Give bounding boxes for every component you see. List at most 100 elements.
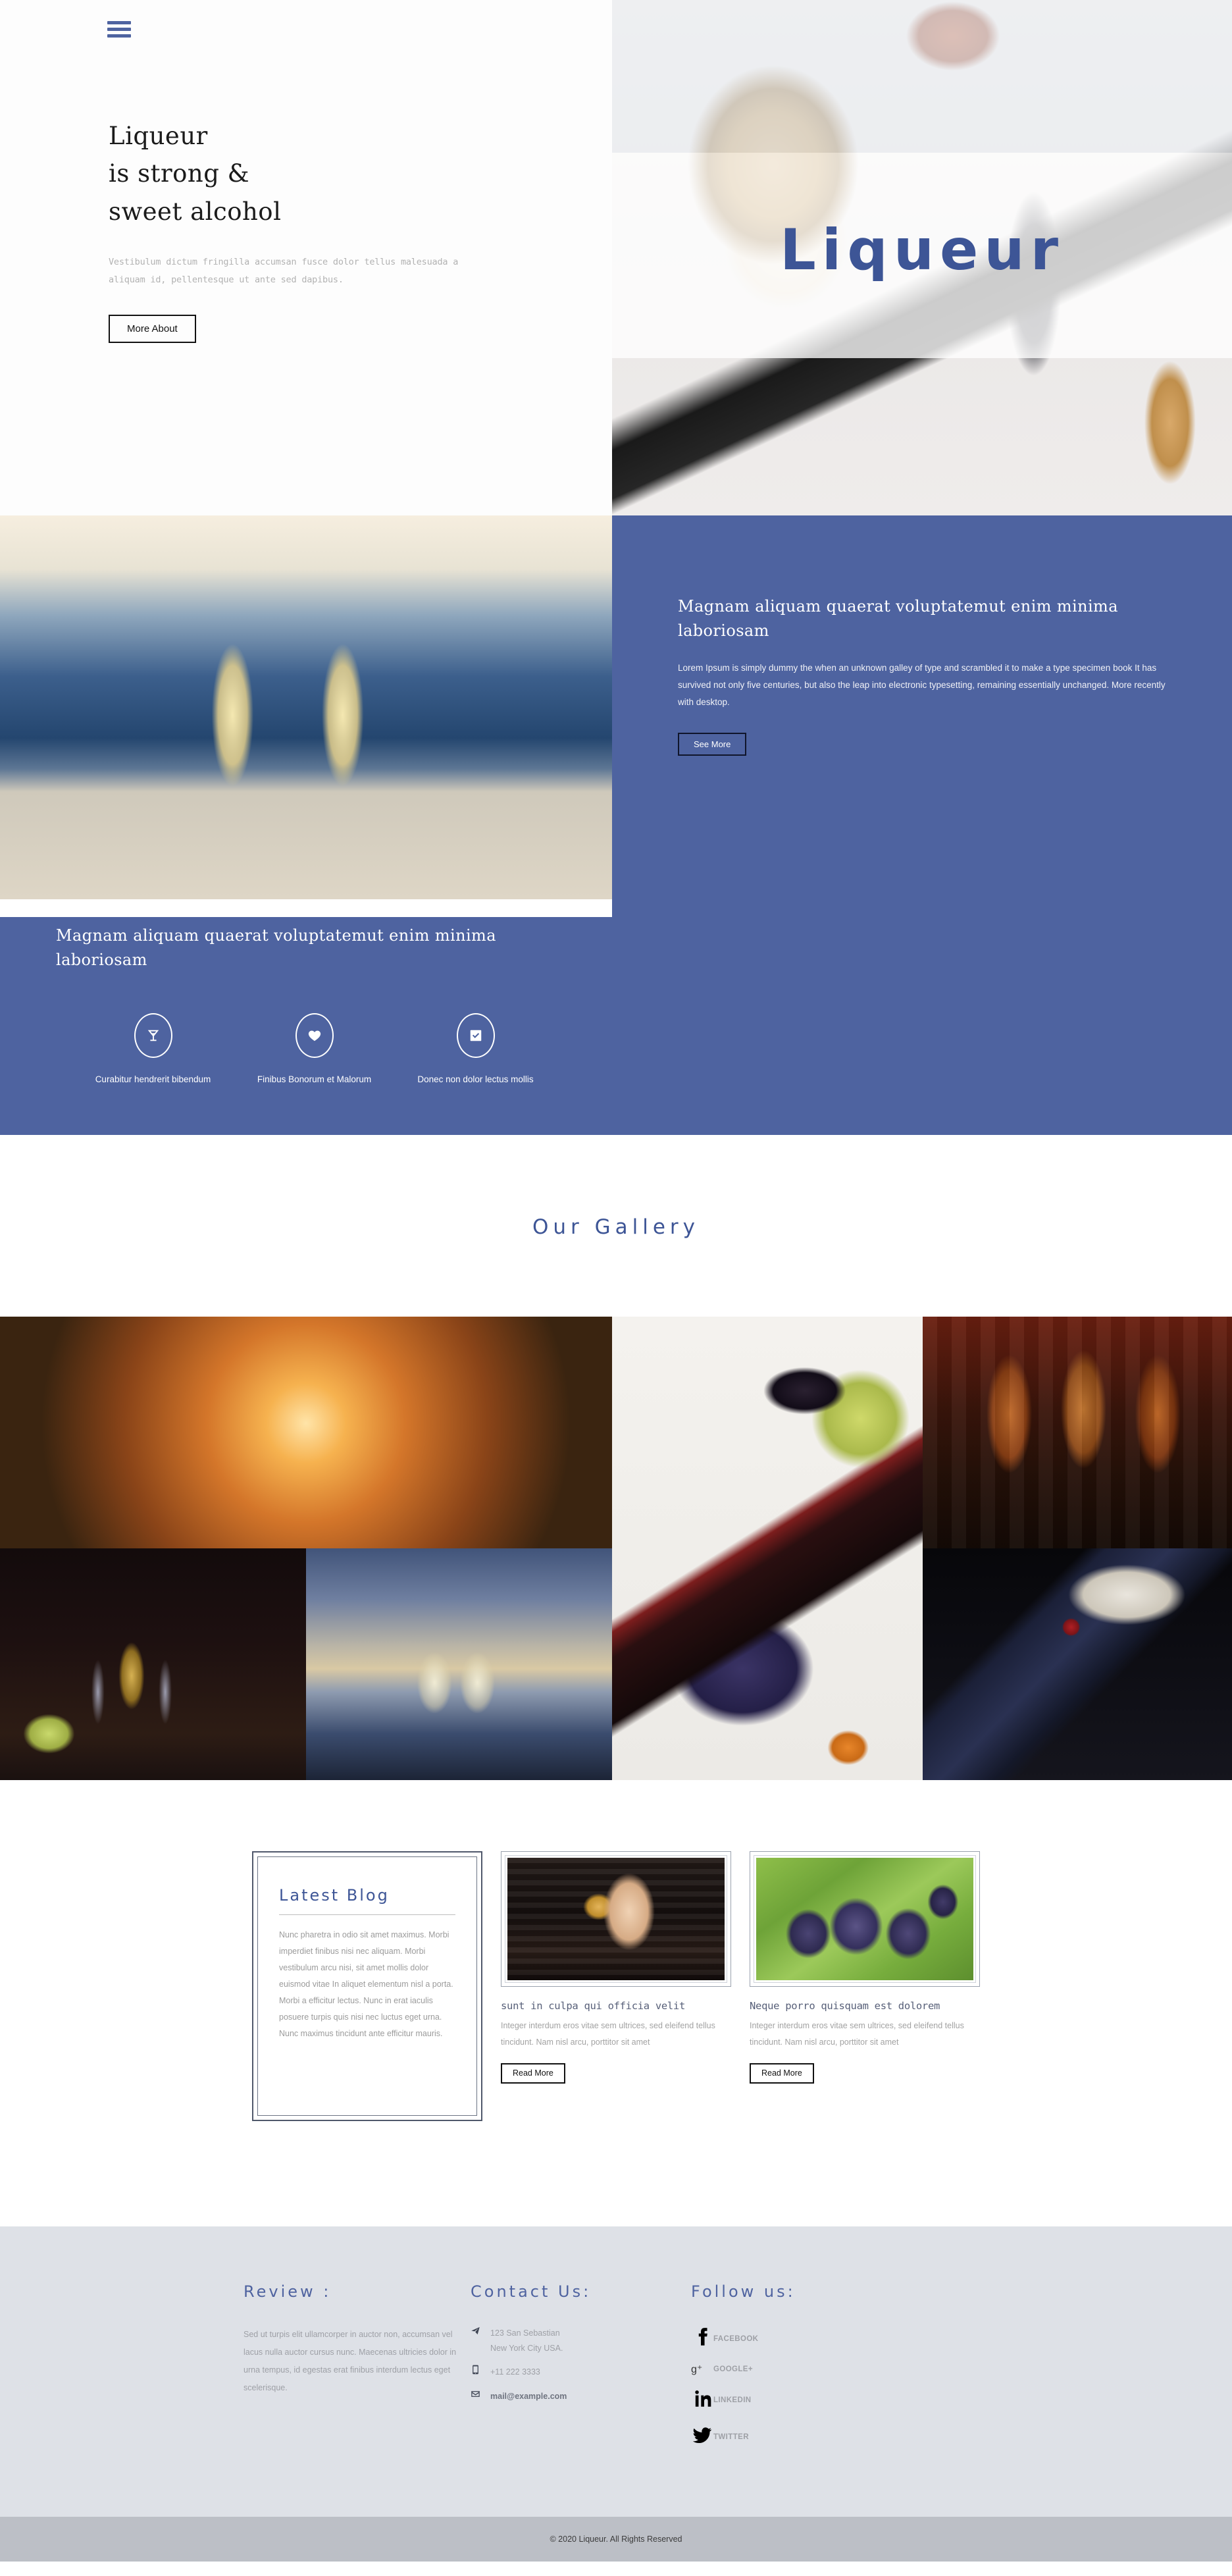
divider [279,1914,455,1916]
social-label: LINKEDIN [713,2396,752,2404]
gallery-item-beach-glasses[interactable] [306,1548,612,1781]
gallery-photo-fill [612,1317,923,1781]
social-link-google-plus[interactable]: g⁺ GOOGLE+ [691,2363,888,2376]
footer-phone[interactable]: +11 222 3333 [471,2365,691,2380]
blog-post-excerpt: Integer interdum eros vitae sem ultrices… [501,2021,715,2047]
hamburger-icon[interactable] [107,21,131,38]
mobile-phone-icon [471,2365,490,2375]
hero-left-panel: Liqueur is strong & sweet alcohol Vestib… [0,0,612,515]
paper-plane-icon [471,2326,490,2336]
latest-blog-body: Nunc pharetra in odio sit amet maximus. … [279,1930,453,2039]
blog-photo-fill [507,1858,725,1981]
feature-item-heart[interactable]: Finibus Bonorum et Malorum [234,1013,395,1088]
google-plus-icon: g⁺ [691,2363,713,2376]
footer-phone-value: +11 222 3333 [490,2367,540,2377]
blog-post-image-inner [754,1855,976,1984]
gallery-row-bottom-left [0,1548,612,1781]
gallery-photo-fill [0,1317,612,1549]
page-root: Liqueur is strong & sweet alcohol Vestib… [0,0,1232,2562]
feature-item-check[interactable]: Donec non dolor lectus mollis [395,1013,556,1088]
latest-blog-card: Latest Blog Nunc pharetra in odio sit am… [252,1851,482,2122]
linkedin-icon [691,2387,713,2413]
hero-section: Liqueur is strong & sweet alcohol Vestib… [0,0,1232,515]
gallery-item-cheers[interactable] [0,1317,612,1549]
address-line-2: New York City USA. [490,2343,563,2353]
social-link-twitter[interactable]: TWITTER [691,2424,888,2450]
blog-post-image[interactable] [507,1858,725,1981]
gallery-item-wine-table[interactable] [612,1317,923,1781]
gallery-photo-fill [306,1548,612,1781]
see-more-button[interactable]: See More [678,733,747,756]
hero-subtitle: Vestibulum dictum fringilla accumsan fus… [109,257,459,285]
gallery-title: Our Gallery [532,1215,700,1240]
more-about-button[interactable]: More About [109,315,196,343]
footer-address: 123 San Sebastian New York City USA. [471,2326,691,2355]
footer: Review : Sed ut turpis elit ullamcorper … [0,2226,1232,2517]
cocktail-glass-icon [134,1013,172,1059]
feature-label: Curabitur hendrerit bibendum [95,1074,211,1085]
hamburger-bar [107,21,131,24]
hero-overlay-band-top [612,0,1232,153]
gallery-photo-fill [923,1317,1232,1549]
blog-row: Latest Blog Nunc pharetra in odio sit am… [0,1851,1232,2122]
split-inner: Magnam aliquam quaerat voluptatemut enim… [678,594,1166,756]
gallery-item-champagne-grapes[interactable] [0,1548,306,1781]
hero-image-panel: Liqueur [612,0,1232,515]
blog-post-image-frame [501,1851,731,1987]
blog-post-card: Neque porro quisquam est dolorem Integer… [750,1851,980,2121]
blog-post-title: Neque porro quisquam est dolorem [750,2000,940,2012]
footer-review-heading: Review : [244,2282,332,2301]
latest-blog-title: Latest Blog [279,1886,390,1905]
gallery-photo-fill [923,1548,1232,1781]
hero-title-line: Liqueur [109,122,208,150]
social-label: GOOGLE+ [713,2365,753,2374]
footer-contact-column: Contact Us: 123 San Sebastian New York C… [471,2282,691,2461]
social-label: FACEBOOK [713,2334,759,2343]
gallery-item-whisky-shelf[interactable] [923,1317,1232,1549]
split-heading: Magnam aliquam quaerat voluptatemut enim… [678,597,1118,641]
hero-title-line: is strong & [109,159,250,188]
latest-blog-frame: Latest Blog Nunc pharetra in odio sit am… [252,1851,482,2122]
footer-email-value: mail@example.com [490,2391,567,2401]
read-more-button[interactable]: Read More [750,2063,814,2084]
blog-post-excerpt: Integer interdum eros vitae sem ultrices… [750,2021,964,2047]
footer-review-text: Sed ut turpis elit ullamcorper in auctor… [244,2330,457,2392]
social-link-facebook[interactable]: FACEBOOK [691,2326,888,2352]
twitter-icon [691,2424,713,2450]
split-photo-fill [0,515,612,899]
blog-photo-fill [756,1858,973,1981]
blog-post-image[interactable] [756,1858,973,1981]
features-section: Magnam aliquam quaerat voluptatemut enim… [0,917,1232,1136]
blog-post-image-frame [750,1851,980,1987]
features-header: Magnam aliquam quaerat voluptatemut enim… [0,917,1232,972]
blog-post-card: sunt in culpa qui officia velit Integer … [501,1851,731,2121]
gallery-photo-fill [0,1548,306,1781]
feature-label: Finibus Bonorum et Malorum [257,1074,372,1085]
split-paragraph: Lorem Ipsum is simply dummy the when an … [678,663,1166,707]
read-more-button[interactable]: Read More [501,2063,565,2084]
hero-overlay-title: Liqueur [779,217,1065,283]
split-content-panel: Magnam aliquam quaerat voluptatemut enim… [612,515,1232,917]
feature-item-cocktail[interactable]: Curabitur hendrerit bibendum [72,1013,234,1088]
gallery-grid [0,1317,1232,1781]
footer-follow-column: Follow us: FACEBOOK g⁺ GOOGLE+ LINKEDIN … [691,2282,888,2461]
features-heading: Magnam aliquam quaerat voluptatemut enim… [56,926,496,970]
hamburger-bar [107,34,131,38]
address-line-1: 123 San Sebastian [490,2328,560,2338]
gallery-item-moet[interactable] [923,1548,1232,1781]
split-section: Magnam aliquam quaerat voluptatemut enim… [0,515,1232,917]
hero-title-line: sweet alcohol [109,197,282,226]
social-link-linkedin[interactable]: LINKEDIN [691,2387,888,2413]
footer-columns: Review : Sed ut turpis elit ullamcorper … [0,2282,1232,2461]
copyright-bar: © 2020 Liqueur. All Rights Reserved [0,2517,1232,2562]
envelope-icon [471,2389,490,2399]
footer-email[interactable]: mail@example.com [471,2389,691,2404]
gallery-section: Our Gallery [0,1135,1232,1781]
footer-review-column: Review : Sed ut turpis elit ullamcorper … [244,2282,471,2461]
latest-blog-inner: Latest Blog Nunc pharetra in odio sit am… [257,1856,477,2116]
facebook-icon [691,2326,713,2352]
footer-contact-heading: Contact Us: [471,2282,592,2301]
features-list: Curabitur hendrerit bibendum Finibus Bon… [0,1013,1232,1088]
blog-post-image-inner [505,1855,727,1984]
page-title: Liqueur is strong & sweet alcohol [109,117,281,230]
